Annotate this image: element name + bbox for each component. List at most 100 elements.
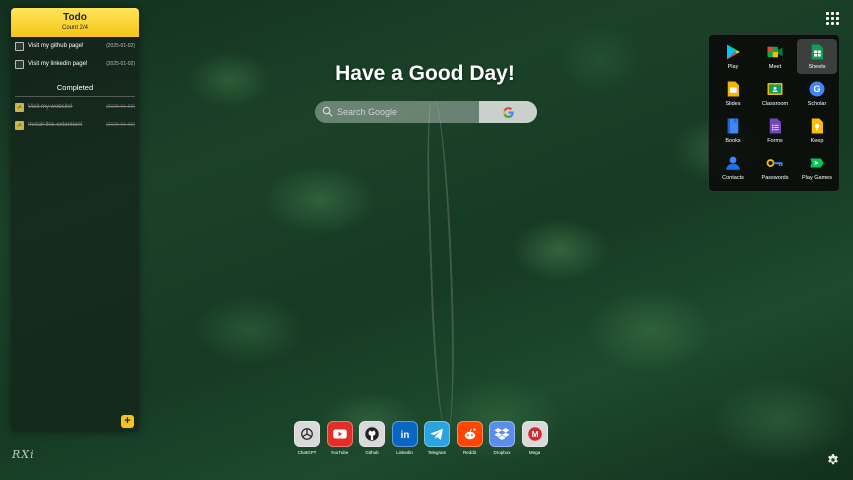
todo-item-date: (2025-01-02) <box>106 104 135 110</box>
passwords-icon <box>766 159 783 167</box>
background-road <box>424 99 458 431</box>
todo-checkbox-checked[interactable]: ✓ <box>15 102 24 112</box>
app-label: Classroom <box>761 101 789 107</box>
youtube-icon <box>332 429 347 439</box>
app-label: Scholar <box>807 101 827 107</box>
shortcut-chatgpt[interactable]: ChatGPT <box>294 421 320 461</box>
shortcut-tile[interactable]: M <box>521 421 548 447</box>
todo-item-label: Visit my linkedin page! <box>28 61 88 67</box>
todo-checkbox-checked[interactable]: ✓ <box>15 120 24 130</box>
app-label: Meet <box>768 64 782 70</box>
app-label: Play Games <box>802 175 832 181</box>
shortcut-mega[interactable]: M Mega <box>521 421 548 461</box>
app-label: Sheets <box>808 64 826 70</box>
google-apps-button[interactable] <box>826 12 839 25</box>
contacts-icon <box>726 156 740 170</box>
shortcut-label: ChatGPT <box>297 450 317 455</box>
app-scholar[interactable]: G Scholar <box>797 76 837 111</box>
shortcut-label: Dropbox <box>493 450 511 455</box>
todo-item-date: (2025-01-02) <box>106 122 135 128</box>
shortcut-linkedin[interactable]: in Linkedin <box>391 421 418 461</box>
classroom-icon <box>767 83 783 95</box>
app-sheets[interactable]: Sheets <box>797 39 837 74</box>
app-label: Books <box>725 138 741 144</box>
telegram-icon <box>430 428 443 440</box>
app-label: Play <box>727 64 739 70</box>
todo-item-date: (2025-01-02) <box>106 43 135 49</box>
chatgpt-icon <box>301 428 313 440</box>
google-search-button[interactable] <box>479 101 537 123</box>
search-bar <box>315 101 537 123</box>
app-label: Passwords <box>761 175 789 181</box>
play-icon <box>727 44 740 60</box>
search-input[interactable] <box>315 101 479 123</box>
shortcut-tile[interactable] <box>294 421 320 447</box>
app-play-games[interactable]: Play Games <box>797 150 837 185</box>
search-icon <box>322 106 333 117</box>
forms-icon <box>769 118 781 134</box>
meet-icon <box>767 46 783 58</box>
slides-icon <box>727 81 739 97</box>
completed-item[interactable]: ✓ Visit my website! (2025-01-02) <box>11 98 139 116</box>
shortcut-label: YouTube <box>330 450 349 455</box>
shortcut-dropbox[interactable]: Dropbox <box>489 421 515 461</box>
shortcut-github[interactable]: Github <box>359 421 385 461</box>
add-todo-button[interactable]: + <box>121 415 134 428</box>
app-slides[interactable]: Slides <box>713 76 753 111</box>
svg-text:in: in <box>400 430 409 441</box>
shortcut-label: Telegram <box>427 450 447 455</box>
app-classroom[interactable]: Classroom <box>755 76 795 111</box>
svg-text:G: G <box>813 84 820 94</box>
todo-panel: Todo Count 2/4 Visit my github page! (20… <box>11 8 139 432</box>
todo-item[interactable]: Visit my linkedin page! (2025-01-02) <box>11 55 139 73</box>
shortcut-telegram[interactable]: Telegram <box>424 421 450 461</box>
todo-count: Count 2/4 <box>61 25 89 31</box>
keep-icon <box>811 118 823 134</box>
shortcut-label: Reddit <box>462 450 476 455</box>
greeting: Have a Good Day! <box>335 62 515 85</box>
app-books[interactable]: Books <box>713 113 753 148</box>
todo-checkbox[interactable] <box>15 59 24 69</box>
play-games-icon <box>810 158 824 168</box>
shortcut-dock: ChatGPT YouTube Github in Linkedin Teleg… <box>294 421 548 461</box>
shortcut-label: Github <box>365 450 379 455</box>
todo-checkbox[interactable] <box>15 41 24 51</box>
app-label: Slides <box>725 101 741 107</box>
shortcut-tile[interactable] <box>424 421 450 447</box>
google-apps-panel: Play Meet Sheets Slides Classroom G Scho… <box>708 34 840 192</box>
shortcut-tile[interactable]: in <box>391 421 418 447</box>
shortcut-tile[interactable] <box>489 421 515 447</box>
app-keep[interactable]: Keep <box>797 113 837 148</box>
dropbox-icon <box>494 428 510 440</box>
scholar-icon: G <box>809 81 825 97</box>
completed-heading: Completed <box>11 83 139 97</box>
books-icon <box>727 118 739 134</box>
shortcut-youtube[interactable]: YouTube <box>326 421 353 461</box>
app-play[interactable]: Play <box>713 39 753 74</box>
reddit-icon <box>464 428 476 440</box>
app-forms[interactable]: Forms <box>755 113 795 148</box>
sheets-icon <box>811 44 823 60</box>
linkedin-icon: in <box>400 430 409 441</box>
shortcut-tile[interactable] <box>456 421 483 447</box>
shortcut-tile[interactable] <box>359 421 385 447</box>
todo-item-date: (2025-01-02) <box>106 61 135 67</box>
shortcut-label: Linkedin <box>396 450 413 455</box>
todo-title: Todo <box>63 12 87 23</box>
signature-logo: RXi <box>12 448 35 461</box>
shortcut-reddit[interactable]: Reddit <box>456 421 483 461</box>
todo-header: Todo Count 2/4 <box>11 8 139 37</box>
google-icon <box>502 106 514 118</box>
app-label: Forms <box>767 138 783 144</box>
settings-gear-icon[interactable] <box>826 453 840 467</box>
shortcut-tile[interactable] <box>326 421 353 447</box>
todo-item-label: Visit my github page! <box>28 43 84 49</box>
svg-text:M: M <box>531 430 538 439</box>
app-label: Keep <box>810 138 824 144</box>
app-meet[interactable]: Meet <box>755 39 795 74</box>
app-passwords[interactable]: Passwords <box>755 150 795 185</box>
completed-item[interactable]: ✓ Install this extention! (2025-01-02) <box>11 116 139 134</box>
todo-item-label: Install this extention! <box>28 122 83 128</box>
todo-item[interactable]: Visit my github page! (2025-01-02) <box>11 37 139 55</box>
app-contacts[interactable]: Contacts <box>713 150 753 185</box>
